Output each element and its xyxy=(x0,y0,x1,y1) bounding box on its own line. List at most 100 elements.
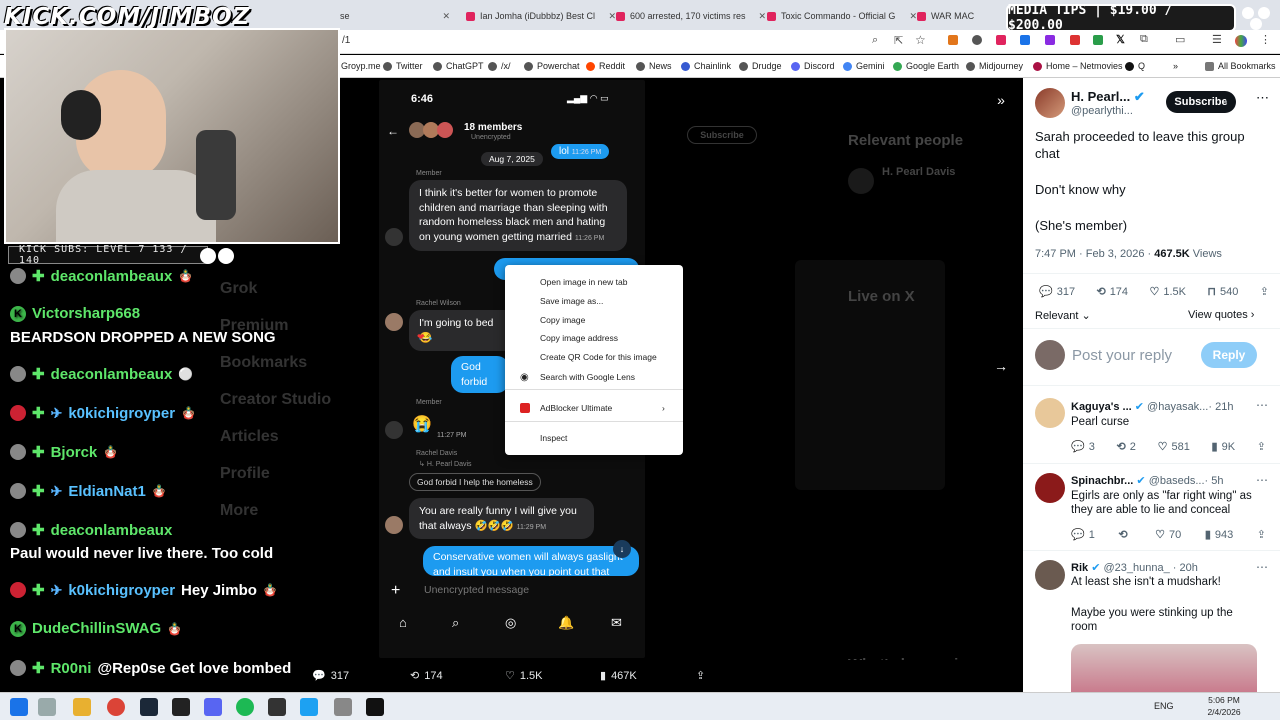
more-icon[interactable]: ⋯ xyxy=(1256,473,1268,487)
bookmark[interactable]: Groyp.me xyxy=(341,61,381,71)
menu-item-adblocker[interactable]: AdBlocker Ultimate › xyxy=(505,399,683,417)
extension-icon[interactable] xyxy=(1070,35,1080,45)
chat-username[interactable]: k0kichigroyper xyxy=(68,582,175,599)
expand-icon[interactable]: » xyxy=(991,92,1011,112)
chat-username[interactable]: Bjorck xyxy=(51,444,98,461)
bookmark[interactable]: Drudge xyxy=(739,61,782,71)
like-button[interactable]: ♡ 70 xyxy=(1155,528,1181,542)
avatar[interactable] xyxy=(1035,398,1065,428)
menu-item-google-lens[interactable]: ◉ Search with Google Lens xyxy=(505,368,683,386)
reply-author[interactable]: Spinachbr... xyxy=(1071,475,1133,487)
menu-icon[interactable]: ☰ xyxy=(1212,33,1222,46)
reply-button[interactable]: 💬 3 xyxy=(1071,440,1095,454)
close-icon[interactable]: ✕ xyxy=(909,11,917,22)
repost-button[interactable]: ⟲ 174 xyxy=(1096,285,1128,299)
bookmark[interactable]: ChatGPT xyxy=(433,61,484,71)
more-bookmarks-icon[interactable]: » xyxy=(1173,61,1178,71)
more-icon[interactable]: ⋯ xyxy=(1256,560,1268,574)
bookmark[interactable]: News xyxy=(636,61,672,71)
x-logo-icon[interactable]: 𝕏 xyxy=(1116,33,1125,46)
start-icon[interactable] xyxy=(10,698,28,716)
discord-icon[interactable] xyxy=(204,698,222,716)
chrome-icon[interactable] xyxy=(107,698,125,716)
bookmark[interactable]: Gemini xyxy=(843,61,885,71)
repost-button[interactable]: ⟲ 174 xyxy=(410,669,443,683)
share-icon[interactable]: ⇪ xyxy=(696,669,705,682)
browser-tab[interactable]: 600 arrested, 170 victims res ✕ xyxy=(616,5,766,27)
bookmark[interactable]: /x/ xyxy=(488,61,511,71)
app-icon[interactable] xyxy=(172,698,190,716)
reply-author[interactable]: Rik xyxy=(1071,562,1088,574)
reply-input[interactable]: Post your reply xyxy=(1072,347,1172,364)
steam-icon[interactable] xyxy=(140,698,158,716)
chat-username[interactable]: deaconlambeaux xyxy=(51,522,173,539)
like-button[interactable]: ♡ 581 xyxy=(1158,440,1190,454)
close-icon[interactable]: ✕ xyxy=(758,11,766,22)
chat-username[interactable]: Victorsharp668 xyxy=(32,305,140,322)
bookmark[interactable]: Chainlink xyxy=(681,61,731,71)
bookmark[interactable]: All Bookmarks xyxy=(1205,61,1276,71)
language-indicator[interactable]: ENG xyxy=(1154,701,1174,711)
extension-icon[interactable] xyxy=(1045,35,1055,45)
obs-icon[interactable] xyxy=(268,698,286,716)
share-icon[interactable]: ⇪ xyxy=(1257,440,1266,453)
more-icon[interactable]: ⋯ xyxy=(1256,398,1268,412)
task-view-icon[interactable] xyxy=(38,698,56,716)
extension-icon[interactable] xyxy=(1093,35,1103,45)
menu-item-copy-image[interactable]: Copy image xyxy=(505,311,683,329)
browser-tab[interactable]: Toxic Commando - Official G ✕ xyxy=(767,5,917,27)
browser-tab[interactable]: WAR MAC xyxy=(917,5,1007,27)
chat-username[interactable]: DudeChillinSWAG xyxy=(32,620,161,637)
tab-search-icon[interactable]: ▭ xyxy=(1175,33,1185,46)
app-icon[interactable] xyxy=(300,698,318,716)
menu-item-copy-image-address[interactable]: Copy image address xyxy=(505,329,683,347)
share-icon[interactable]: ⇪ xyxy=(1257,528,1266,541)
browser-tab[interactable]: Ian Jomha (iDubbbz) Best Cl ✕ xyxy=(466,5,616,27)
bookmark[interactable]: Twitter xyxy=(383,61,423,71)
chat-username[interactable]: deaconlambeaux xyxy=(51,366,173,383)
bookmark[interactable]: Powerchat xyxy=(524,61,580,71)
install-icon[interactable]: ⇱ xyxy=(894,34,903,47)
more-icon[interactable]: ⋮ xyxy=(1260,33,1271,46)
bookmark[interactable]: Reddit xyxy=(586,61,625,71)
extension-icon[interactable] xyxy=(972,35,982,45)
bookmark-button[interactable]: ⊓ 540 xyxy=(1207,285,1238,299)
menu-item-save-image[interactable]: Save image as... xyxy=(505,292,683,310)
bookmark[interactable]: Midjourney xyxy=(966,61,1023,71)
chat-username[interactable]: deaconlambeaux xyxy=(51,268,173,285)
browser-tab[interactable]: se ✕ xyxy=(340,5,450,27)
bookmark[interactable]: Google Earth xyxy=(893,61,959,71)
grok-icon[interactable]: ⊘ xyxy=(1225,92,1236,108)
next-arrow-icon[interactable]: → xyxy=(991,358,1011,378)
extension-icon[interactable] xyxy=(1020,35,1030,45)
menu-item-open-image[interactable]: Open image in new tab xyxy=(505,273,683,291)
reply-button[interactable]: 💬 1 xyxy=(1071,528,1095,542)
bookmark[interactable]: Home – Netmovies xyxy=(1033,61,1123,71)
chat-username[interactable]: R00ni xyxy=(51,660,92,677)
avatar[interactable] xyxy=(1035,88,1065,118)
extension-icon[interactable] xyxy=(996,35,1006,45)
views-button[interactable]: ▮ 943 xyxy=(1205,528,1233,542)
app-icon[interactable] xyxy=(334,698,352,716)
zoom-icon[interactable]: ⌕ xyxy=(872,34,878,47)
extension-icon[interactable] xyxy=(948,35,958,45)
repost-button[interactable]: ⟲ 2 xyxy=(1117,440,1136,454)
post-author-name[interactable]: H. Pearl... ✔ xyxy=(1071,89,1145,105)
menu-item-create-qr[interactable]: Create QR Code for this image xyxy=(505,348,683,366)
reply-button[interactable]: Reply xyxy=(1201,342,1257,368)
clock-time[interactable]: 5:06 PM xyxy=(1207,695,1241,705)
close-icon[interactable]: ✕ xyxy=(608,11,616,22)
reply-button[interactable]: 💬 317 xyxy=(1039,285,1075,299)
views-button[interactable]: ▮ 9K xyxy=(1212,440,1236,454)
like-button[interactable]: ♡ 1.5K xyxy=(1149,285,1186,299)
view-quotes-link[interactable]: View quotes › xyxy=(1188,309,1254,321)
repost-button[interactable]: ⟲ xyxy=(1118,528,1131,541)
share-icon[interactable]: ⇪ xyxy=(1260,285,1269,298)
sort-dropdown[interactable]: Relevant ⌄ xyxy=(1035,309,1091,322)
reply-author[interactable]: Kaguya's ... xyxy=(1071,401,1132,413)
puzzle-icon[interactable]: ⧉ xyxy=(1140,33,1148,46)
close-icon[interactable]: ✕ xyxy=(442,11,450,22)
url-text[interactable]: /1 xyxy=(342,35,350,46)
clock-date[interactable]: 2/4/2026 xyxy=(1203,707,1245,717)
star-icon[interactable]: ☆ xyxy=(915,33,926,47)
